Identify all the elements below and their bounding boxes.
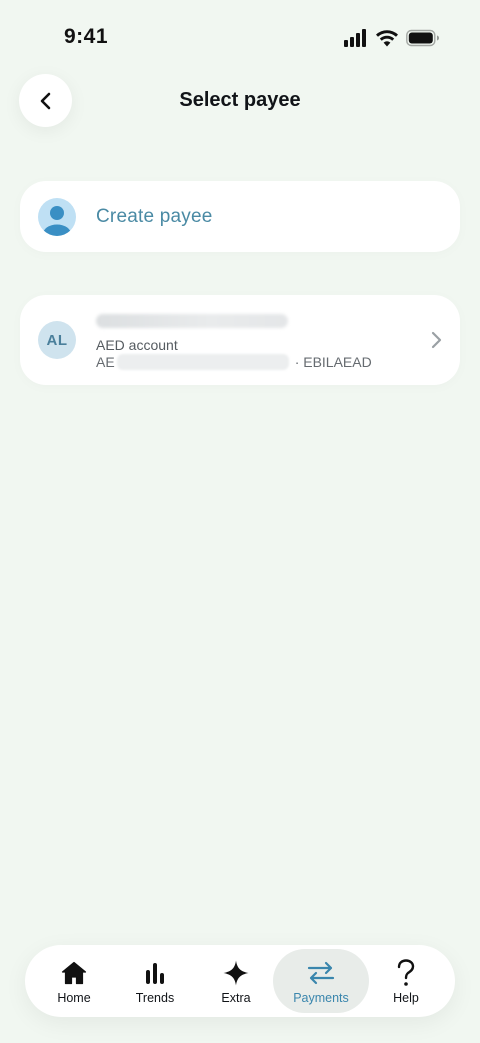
create-payee-label: Create payee [96, 206, 213, 227]
nav-item-payments[interactable]: Payments [273, 949, 369, 1013]
page-title: Select payee [179, 89, 301, 111]
nav-label-help: Help [393, 991, 419, 1005]
wifi-icon [376, 30, 398, 47]
sparkle-icon [223, 960, 249, 986]
battery-icon [406, 29, 439, 47]
payee-account-type: AED account [96, 337, 178, 353]
question-mark-icon [397, 959, 415, 986]
payee-name-redacted [96, 314, 288, 328]
cellular-signal-icon [344, 29, 366, 47]
nav-label-trends: Trends [135, 991, 175, 1005]
chevron-right-icon [431, 331, 442, 349]
nav-item-home[interactable]: Home [39, 949, 109, 1013]
nav-item-trends[interactable]: Trends [120, 949, 190, 1013]
payee-iban-redacted [116, 354, 289, 370]
payee-bank-code: · EBILAEAD [294, 354, 372, 370]
person-avatar-icon [38, 198, 76, 236]
nav-item-extra[interactable]: Extra [201, 949, 271, 1013]
status-bar: 9:41 [0, 0, 480, 70]
create-payee-button[interactable]: Create payee [20, 181, 460, 252]
payee-iban-row: AE · EBILAEAD [96, 353, 372, 371]
status-time: 9:41 [64, 25, 109, 48]
payee-iban-prefix: AE [96, 354, 115, 370]
home-icon [61, 961, 87, 985]
payee-list-item[interactable]: AL AED account AE · EBILAEAD [20, 295, 460, 385]
payee-avatar: AL [38, 321, 76, 359]
bottom-nav: Home Trends Extra Payments Help [25, 945, 455, 1017]
status-icons [342, 29, 442, 49]
nav-label-payments: Payments [293, 991, 349, 1005]
nav-label-home: Home [57, 991, 91, 1005]
bar-chart-icon [146, 963, 164, 984]
nav-item-help[interactable]: Help [371, 949, 441, 1013]
transfer-arrows-icon [307, 961, 335, 985]
nav-label-extra: Extra [221, 991, 251, 1005]
